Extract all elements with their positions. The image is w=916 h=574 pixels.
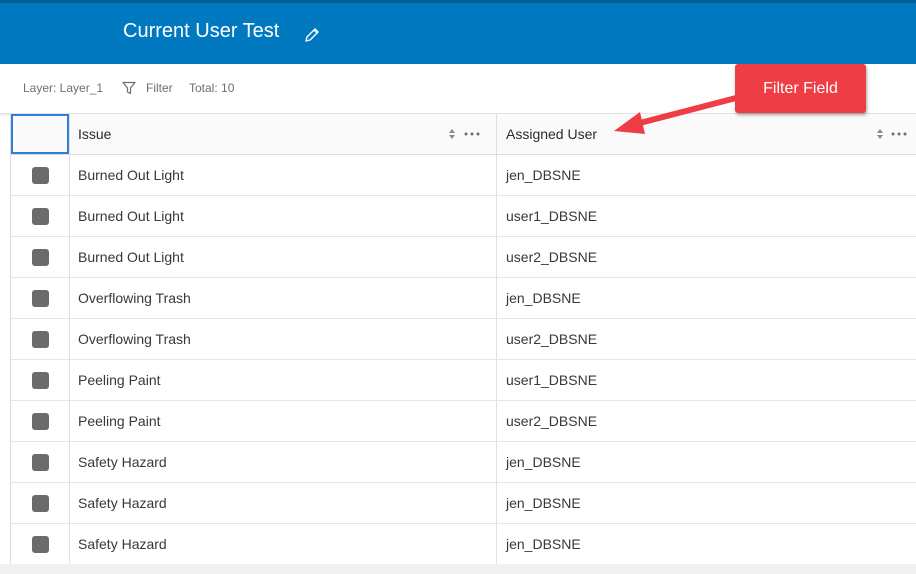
total-count: Total: 10 <box>189 81 235 95</box>
table-row[interactable]: Burned Out Light user1_DBSNE <box>11 196 916 237</box>
table-row[interactable]: Burned Out Light jen_DBSNE <box>11 155 916 196</box>
column-divider <box>69 483 70 523</box>
table-row[interactable]: Safety Hazard jen_DBSNE <box>11 524 916 565</box>
column-divider <box>69 524 70 565</box>
annotation-callout: Filter Field <box>735 64 866 113</box>
column-divider <box>69 319 70 359</box>
issue-cell: Overflowing Trash <box>78 290 191 306</box>
column-header-assigned-user[interactable]: Assigned User <box>506 114 597 154</box>
row-checkbox[interactable] <box>32 413 49 430</box>
table-row[interactable]: Peeling Paint user2_DBSNE <box>11 401 916 442</box>
assigned-user-cell: jen_DBSNE <box>506 454 581 470</box>
issue-cell: Burned Out Light <box>78 167 184 183</box>
issue-cell: Safety Hazard <box>78 454 167 470</box>
row-checkbox[interactable] <box>32 167 49 184</box>
column-divider <box>69 155 70 195</box>
table-row[interactable]: Burned Out Light user2_DBSNE <box>11 237 916 278</box>
assigned-user-cell: jen_DBSNE <box>506 495 581 511</box>
funnel-icon[interactable] <box>122 81 136 95</box>
row-checkbox[interactable] <box>32 208 49 225</box>
layer-label: Layer: Layer_1 <box>23 81 104 95</box>
table-row[interactable]: Peeling Paint user1_DBSNE <box>11 360 916 401</box>
more-options-icon[interactable] <box>890 127 908 141</box>
column-divider <box>496 278 497 318</box>
assigned-user-cell: jen_DBSNE <box>506 290 581 306</box>
sort-icon[interactable] <box>448 128 456 140</box>
assigned-user-cell: user2_DBSNE <box>506 331 598 347</box>
app-header: Current User Test <box>0 0 916 64</box>
row-checkbox[interactable] <box>32 372 49 389</box>
filter-button[interactable]: Filter <box>146 81 173 95</box>
row-checkbox[interactable] <box>32 495 49 512</box>
column-header-issue[interactable]: Issue <box>78 114 111 154</box>
column-divider <box>69 442 70 482</box>
attribute-table: Issue Assigned User Burned Out Light jen… <box>10 114 916 565</box>
column-divider <box>69 237 70 277</box>
assigned-user-cell: user1_DBSNE <box>506 208 598 224</box>
assigned-user-cell: jen_DBSNE <box>506 167 581 183</box>
column-divider <box>69 360 70 400</box>
row-checkbox[interactable] <box>32 454 49 471</box>
more-options-icon[interactable] <box>463 127 481 141</box>
row-checkbox[interactable] <box>32 331 49 348</box>
issue-cell: Safety Hazard <box>78 495 167 511</box>
column-divider <box>496 360 497 400</box>
issue-cell: Burned Out Light <box>78 208 184 224</box>
column-divider <box>69 196 70 236</box>
row-checkbox[interactable] <box>32 249 49 266</box>
column-divider <box>69 401 70 441</box>
assigned-user-cell: jen_DBSNE <box>506 536 581 552</box>
column-divider <box>496 483 497 523</box>
column-divider <box>496 401 497 441</box>
column-divider <box>496 196 497 236</box>
column-divider <box>496 442 497 482</box>
column-divider <box>496 524 497 565</box>
column-divider <box>496 237 497 277</box>
issue-cell: Peeling Paint <box>78 372 161 388</box>
table-row[interactable]: Overflowing Trash jen_DBSNE <box>11 278 916 319</box>
pencil-icon[interactable] <box>304 27 320 43</box>
assigned-user-cell: user2_DBSNE <box>506 413 598 429</box>
column-divider <box>69 114 70 154</box>
select-all-cell[interactable] <box>11 114 69 154</box>
table-row[interactable]: Safety Hazard jen_DBSNE <box>11 483 916 524</box>
issue-cell: Safety Hazard <box>78 536 167 552</box>
assigned-user-cell: user1_DBSNE <box>506 372 598 388</box>
issue-cell: Overflowing Trash <box>78 331 191 347</box>
page-title: Current User Test <box>123 20 280 42</box>
table-row[interactable]: Safety Hazard jen_DBSNE <box>11 442 916 483</box>
column-divider <box>69 278 70 318</box>
row-checkbox[interactable] <box>32 536 49 553</box>
sort-icon[interactable] <box>876 128 884 140</box>
issue-cell: Burned Out Light <box>78 249 184 265</box>
column-divider <box>496 319 497 359</box>
assigned-user-cell: user2_DBSNE <box>506 249 598 265</box>
column-divider <box>496 155 497 195</box>
column-divider <box>496 114 497 154</box>
horizontal-scrollbar[interactable] <box>0 564 916 574</box>
row-checkbox[interactable] <box>32 290 49 307</box>
issue-cell: Peeling Paint <box>78 413 161 429</box>
table-row[interactable]: Overflowing Trash user2_DBSNE <box>11 319 916 360</box>
table-header-row: Issue Assigned User <box>11 114 916 155</box>
